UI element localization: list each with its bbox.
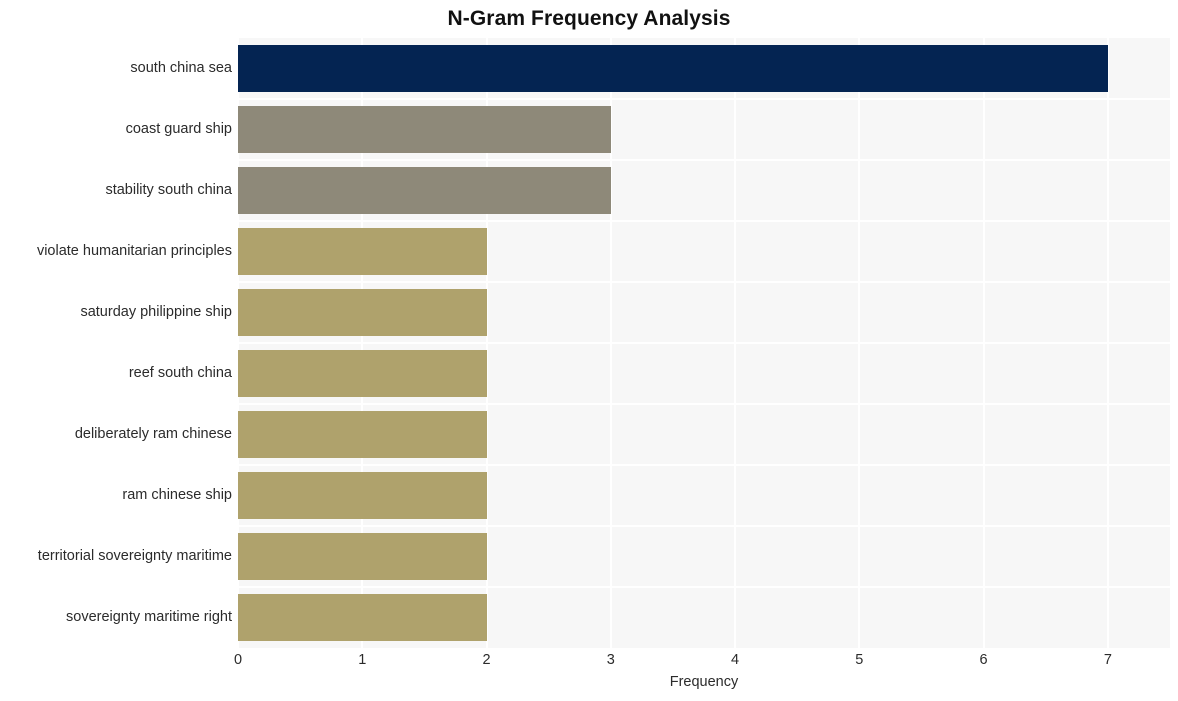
x-tick-label: 7 [1103,652,1112,668]
y-tick-label: ram chinese ship [122,486,232,503]
bar [238,350,487,397]
bar [238,533,487,580]
x-tick-label: 4 [731,652,740,668]
y-gridline [238,586,1170,588]
x-tick-label: 3 [606,652,615,668]
bar [238,45,1108,92]
y-axis-tick-labels: south china sea coast guard ship stability… [0,38,238,648]
y-tick-label: coast guard ship [125,120,232,137]
bar [238,594,487,641]
x-tick-label: 2 [482,652,491,668]
y-gridline [238,281,1170,283]
page-title: N-Gram Frequency Analysis [447,7,731,30]
y-tick-label: stability south china [105,181,232,198]
y-tick-label: violate humanitarian principles [36,242,232,259]
y-tick-label: territorial sovereignty maritime [37,547,232,564]
y-gridline [238,525,1170,527]
y-tick-label: reef south china [128,364,232,381]
x-tick-label: 1 [358,652,367,668]
y-tick-label: deliberately ram chinese [74,425,232,442]
bar [238,228,487,275]
bar [238,472,487,519]
bar [238,106,611,153]
bar [238,411,487,458]
bar [238,289,487,336]
y-gridline [238,464,1170,466]
x-axis-title: Frequency [669,674,739,690]
y-tick-label: south china sea [130,59,232,76]
x-tick-label: 0 [233,652,243,668]
y-tick-label: saturday philippine ship [80,303,232,320]
chart-figure: N-Gram Frequency Analysis south china se… [0,0,1178,701]
y-gridline [238,342,1170,344]
bar [238,167,611,214]
x-tick-label: 6 [979,652,988,668]
plot-area [237,38,1170,648]
y-gridline [238,98,1170,100]
y-gridline [238,403,1170,405]
y-gridline [238,159,1170,161]
x-tick-label: 5 [855,652,864,668]
y-gridline [238,220,1170,222]
y-tick-label: sovereignty maritime right [66,608,232,625]
